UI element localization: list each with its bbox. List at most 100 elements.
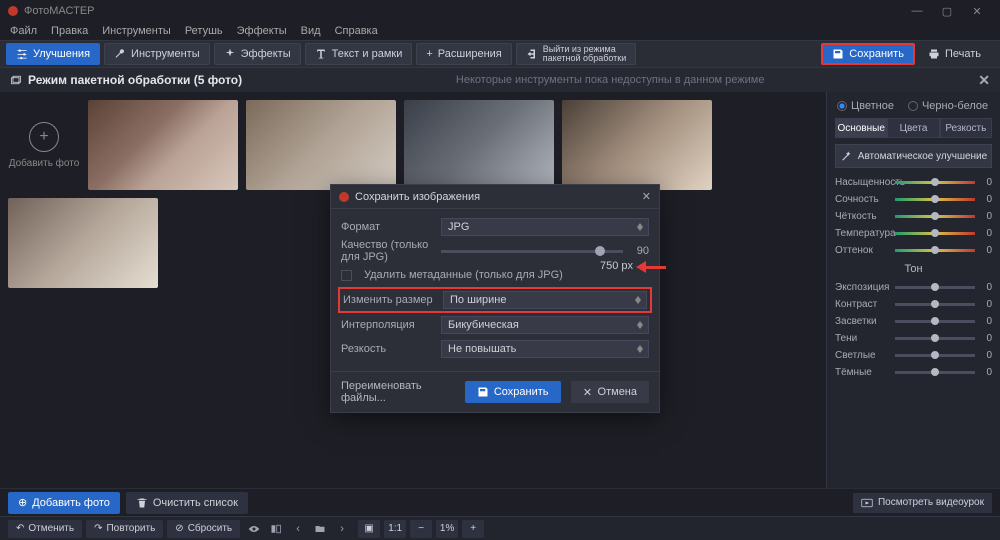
- add-photo-tile[interactable]: + Добавить фото: [8, 100, 80, 190]
- window-close[interactable]: ✕: [962, 5, 992, 18]
- tab-effects[interactable]: Эффекты: [214, 43, 301, 65]
- slider-label: Тёмные: [835, 367, 890, 378]
- nav-prev[interactable]: ‹: [288, 520, 308, 538]
- window-minimize[interactable]: —: [902, 5, 932, 17]
- quality-slider[interactable]: [441, 250, 623, 253]
- batch-header: Режим пакетной обработки (5 фото) Некото…: [0, 68, 1000, 92]
- slider-track[interactable]: [895, 215, 975, 218]
- batch-close[interactable]: ✕: [978, 72, 990, 89]
- slider-value: 0: [980, 282, 992, 293]
- zoom-in[interactable]: +: [462, 520, 484, 538]
- resize-px: 750 px: [600, 260, 633, 272]
- slider-track[interactable]: [895, 249, 975, 252]
- slider-label: Температура: [835, 228, 890, 239]
- slider-track[interactable]: [895, 303, 975, 306]
- batch-thumb[interactable]: [404, 100, 554, 190]
- fit-icon[interactable]: ▣: [358, 520, 380, 538]
- video-tutorial-button[interactable]: Посмотреть видеоурок: [853, 493, 992, 513]
- slider-value: 0: [980, 177, 992, 188]
- tab-text[interactable]: Текст и рамки: [305, 43, 413, 65]
- plus-circle-icon: +: [29, 122, 59, 152]
- reset-button[interactable]: ⊘Сбросить: [167, 520, 240, 538]
- slider-track[interactable]: [895, 286, 975, 289]
- eye-icon[interactable]: [244, 520, 264, 538]
- menu-tools[interactable]: Инструменты: [102, 25, 171, 37]
- batch-thumb[interactable]: [246, 100, 396, 190]
- metadata-label: Удалить метаданные (только для JPG): [364, 269, 563, 281]
- slider-track[interactable]: [895, 354, 975, 357]
- bottom-bar: ↶Отменить ↷Повторить ⊘Сбросить ‹ › ▣ 1:1…: [0, 516, 1000, 540]
- mode-bw-radio[interactable]: Черно-белое: [908, 100, 988, 112]
- dialog-close[interactable]: ✕: [642, 190, 651, 203]
- slider-value: 0: [980, 333, 992, 344]
- batch-thumb[interactable]: [8, 198, 158, 288]
- quality-value: 90: [637, 245, 649, 257]
- window-maximize[interactable]: ▢: [932, 5, 962, 18]
- undo-button[interactable]: ↶Отменить: [8, 520, 82, 538]
- tone-header: Тон: [835, 263, 992, 275]
- batch-note: Некоторые инструменты пока недоступны в …: [242, 74, 978, 86]
- batch-thumb[interactable]: [562, 100, 712, 190]
- slider-track[interactable]: [895, 371, 975, 374]
- menu-effects[interactable]: Эффекты: [237, 25, 287, 37]
- clear-list-button[interactable]: Очистить список: [126, 492, 248, 514]
- menu-edit[interactable]: Правка: [51, 25, 88, 37]
- slider-track[interactable]: [895, 181, 975, 184]
- print-button[interactable]: Печать: [919, 43, 990, 65]
- slider-track[interactable]: [895, 337, 975, 340]
- resize-select[interactable]: По ширине: [443, 291, 647, 309]
- trash-icon: [136, 497, 148, 509]
- slider-value: 0: [980, 350, 992, 361]
- tab-tools[interactable]: Инструменты: [104, 43, 210, 65]
- stage: + Добавить фото Сохранить изображения ✕ …: [0, 92, 826, 488]
- auto-enhance-button[interactable]: Автоматическое улучшение: [835, 144, 992, 168]
- quality-label: Качество (только для JPG): [341, 239, 433, 263]
- dialog-save-button[interactable]: Сохранить: [465, 381, 561, 403]
- rtab-sharp[interactable]: Резкость: [940, 118, 992, 138]
- menu-retouch[interactable]: Ретушь: [185, 25, 223, 37]
- text-icon: [315, 48, 327, 60]
- rename-files-link[interactable]: Переименовать файлы...: [341, 380, 445, 404]
- exit-icon: [526, 48, 538, 60]
- toolbar: Улучшения Инструменты Эффекты Текст и ра…: [0, 40, 1000, 68]
- nav-next[interactable]: ›: [332, 520, 352, 538]
- format-select[interactable]: JPG: [441, 218, 649, 236]
- interp-select[interactable]: Бикубическая: [441, 316, 649, 334]
- sharp-label: Резкость: [341, 343, 433, 355]
- metadata-checkbox[interactable]: [341, 270, 352, 281]
- slider-label: Сочность: [835, 194, 890, 205]
- slider-track[interactable]: [895, 320, 975, 323]
- slider-label: Чёткость: [835, 211, 890, 222]
- rtab-color[interactable]: Цвета: [887, 118, 939, 138]
- slider-track[interactable]: [895, 232, 975, 235]
- app-title: ФотоМАСТЕР: [24, 5, 95, 17]
- exit-batch-button[interactable]: Выйти из режима пакетной обработки: [516, 43, 636, 65]
- redo-button[interactable]: ↷Повторить: [86, 520, 163, 538]
- tab-extensions[interactable]: + Расширения: [416, 43, 511, 65]
- slider-track[interactable]: [895, 198, 975, 201]
- zoom-out[interactable]: −: [410, 520, 432, 538]
- batch-thumb[interactable]: [88, 100, 238, 190]
- slider-value: 0: [980, 299, 992, 310]
- save-button[interactable]: Сохранить: [821, 43, 915, 65]
- menubar: Файл Правка Инструменты Ретушь Эффекты В…: [0, 22, 1000, 40]
- sharp-select[interactable]: Не повышать: [441, 340, 649, 358]
- play-icon: [861, 497, 873, 509]
- menu-help[interactable]: Справка: [335, 25, 378, 37]
- mode-color-radio[interactable]: Цветное: [837, 100, 894, 112]
- tab-enhance[interactable]: Улучшения: [6, 43, 100, 65]
- add-photo-button[interactable]: ⊕ Добавить фото: [8, 492, 120, 514]
- resize-label: Изменить размер: [343, 294, 435, 306]
- folder-icon[interactable]: [310, 520, 330, 538]
- zoom-ratio[interactable]: 1:1: [384, 520, 406, 538]
- save-icon: [477, 386, 489, 398]
- redo-icon: ↷: [94, 523, 102, 534]
- menu-file[interactable]: Файл: [10, 25, 37, 37]
- annotation-arrow: [636, 261, 668, 273]
- rtab-main[interactable]: Основные: [835, 118, 887, 138]
- compare-icon[interactable]: [266, 520, 286, 538]
- slider-label: Тени: [835, 333, 890, 344]
- menu-view[interactable]: Вид: [301, 25, 321, 37]
- reset-icon: ⊘: [175, 523, 183, 534]
- dialog-cancel-button[interactable]: ✕ Отмена: [571, 381, 649, 403]
